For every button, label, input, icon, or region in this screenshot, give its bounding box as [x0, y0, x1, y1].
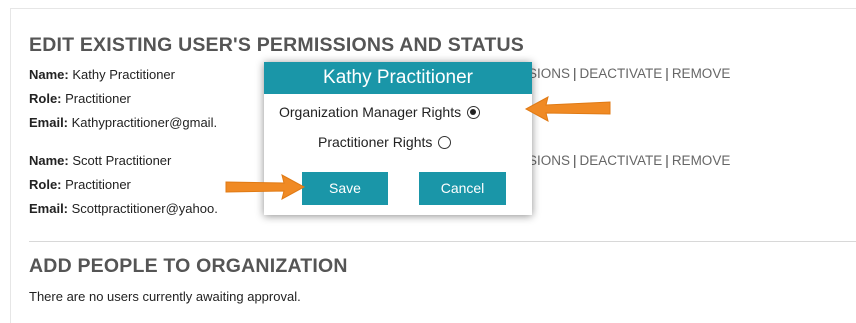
save-button[interactable]: Save [302, 172, 388, 205]
user-2-permissions-link[interactable]: SIONS [528, 153, 570, 168]
awaiting-approval-message: There are no users currently awaiting ap… [29, 289, 301, 304]
edit-section-title: EDIT EXISTING USER'S PERMISSIONS AND STA… [29, 34, 525, 56]
user-1-email: Email: Kathypractitioner@gmail. [29, 115, 218, 130]
practitioner-radio[interactable] [438, 135, 452, 149]
user-2-role: Role: Practitioner [29, 177, 131, 192]
option-practitioner[interactable]: Practitioner Rights [318, 134, 452, 150]
user-1-name: Name: Kathy Practitioner [29, 67, 175, 82]
user-1-role: Role: Practitioner [29, 91, 131, 106]
arrow-icon [524, 96, 611, 122]
option-organization-manager[interactable]: Organization Manager Rights [279, 104, 481, 120]
arrow-icon [225, 174, 306, 200]
user-2-remove-link[interactable]: REMOVE [672, 153, 731, 168]
section-divider [29, 241, 856, 242]
user-2-name: Name: Scott Practitioner [29, 153, 172, 168]
user-2-deactivate-link[interactable]: DEACTIVATE [580, 153, 663, 168]
user-1-permissions-link[interactable]: SIONS [528, 66, 570, 81]
option-practitioner-label: Practitioner Rights [318, 134, 433, 150]
user-2-email: Email: Scottpractitioner@yahoo. [29, 201, 218, 216]
organization-manager-radio[interactable] [467, 105, 481, 119]
user-1-deactivate-link[interactable]: DEACTIVATE [580, 66, 663, 81]
modal-title: Kathy Practitioner [264, 62, 532, 94]
user-2-actions: SIONS | DEACTIVATE | REMOVE [528, 153, 731, 168]
user-1-actions: SIONS | DEACTIVATE | REMOVE [528, 66, 731, 81]
option-organization-manager-label: Organization Manager Rights [279, 104, 462, 120]
add-section-title: ADD PEOPLE TO ORGANIZATION [29, 255, 348, 277]
user-1-remove-link[interactable]: REMOVE [672, 66, 731, 81]
cancel-button[interactable]: Cancel [419, 172, 506, 205]
